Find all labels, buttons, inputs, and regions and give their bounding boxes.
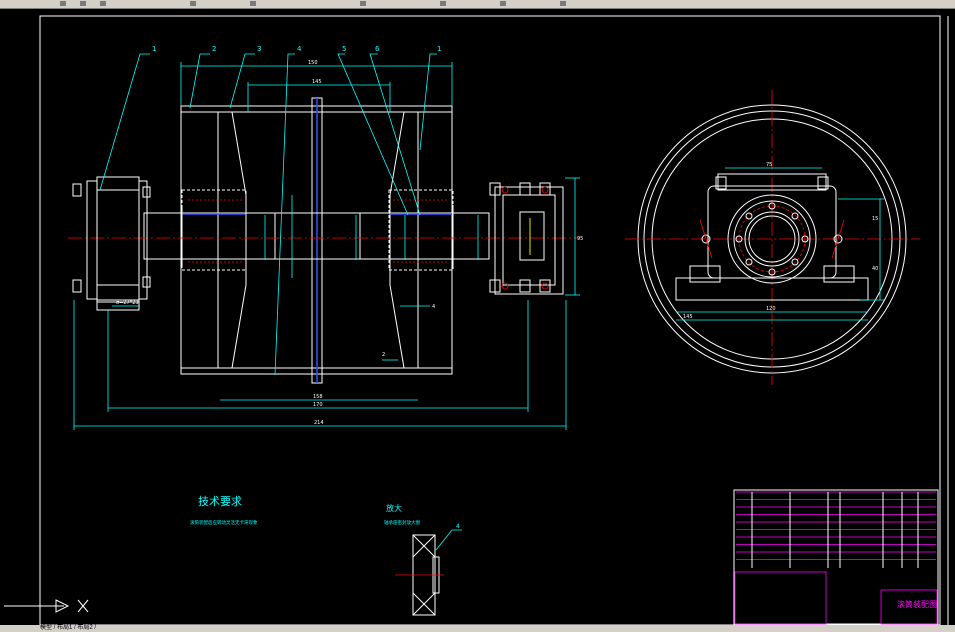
- technical-notes: 技术要求 滚筒装配后应转动灵活无卡滞现象 放大 轴承座密封放大图: [190, 495, 420, 526]
- side-dim-40: 40: [872, 266, 878, 272]
- dim-2: 2: [382, 352, 385, 358]
- callout-5: 5: [342, 45, 346, 53]
- tech-line: 滚筒装配后应转动灵活无卡滞现象: [190, 519, 258, 526]
- side-view: [625, 90, 920, 385]
- layout-tabs-bar[interactable]: 模型 / 布局1 / 布局2 /: [0, 625, 955, 632]
- callout-labels: 1 2 3 4 5 6 1: [152, 45, 441, 53]
- detail-title: 放大: [386, 503, 402, 513]
- front-view: [68, 97, 580, 384]
- dim-214: 214: [314, 420, 324, 426]
- dimension-text: 150 145 158 170 214 95 4 2 σ=27*23: [116, 60, 583, 426]
- layout-tabs[interactable]: 模型 / 布局1 / 布局2 /: [40, 625, 96, 631]
- drawing-frame: [39, 15, 941, 626]
- ucs-icon: [4, 599, 89, 613]
- dim-145: 145: [312, 79, 322, 85]
- seal-detail-view: 4: [395, 523, 462, 616]
- callout-1: 1: [152, 45, 156, 53]
- detail-line: 轴承座密封放大图: [384, 519, 420, 526]
- title-block: 滚筒装配图: [733, 489, 939, 625]
- callout-6: 6: [375, 45, 380, 53]
- drawing-name: 滚筒装配图: [897, 599, 937, 609]
- callout-1b: 1: [437, 45, 441, 53]
- dim-150: 150: [308, 60, 318, 66]
- callout-3: 3: [257, 45, 261, 53]
- dim-158: 158: [313, 394, 323, 400]
- tech-title: 技术要求: [198, 495, 242, 508]
- callout-4: 4: [297, 45, 302, 53]
- dim-4: 4: [432, 304, 435, 310]
- detail-callout: 4: [456, 523, 460, 530]
- dim-170: 170: [313, 402, 323, 408]
- dim-sigma: σ=27*23: [116, 300, 139, 306]
- callout-2: 2: [212, 45, 216, 53]
- side-dim-15: 15: [872, 216, 878, 222]
- side-dim-145: 145: [683, 314, 693, 320]
- side-dim-75: 75: [766, 162, 772, 168]
- cad-drawing-canvas[interactable]: 1 2 3 4 5 6 1 150 145 158 170 214 95 4 2…: [0, 0, 955, 632]
- dim-95: 95: [577, 236, 583, 242]
- side-dim-120: 120: [766, 306, 776, 312]
